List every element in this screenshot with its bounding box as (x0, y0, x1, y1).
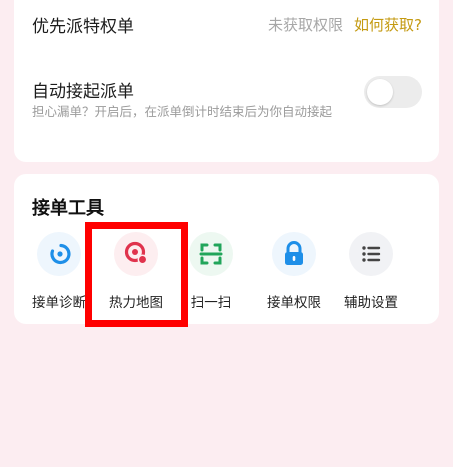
tool-label: 接单权限 (267, 295, 321, 311)
tool-assist-settings[interactable]: 辅助设置 (329, 232, 413, 312)
auto-accept-toggle[interactable] (364, 76, 422, 108)
lock-icon (272, 232, 316, 276)
heatmap-highlight-box (85, 222, 188, 327)
order-tools-card: 接单工具 接单诊断 热力地图 扫一扫 接单权限 辅助设置 (14, 174, 439, 324)
list-icon (349, 232, 393, 276)
page: 优先派特权单 未获取权限 如何获取? 自动接起派单 担心漏单？开启后，在派单倒计… (0, 0, 453, 467)
tool-order-permission[interactable]: 接单权限 (252, 232, 336, 312)
auto-accept-label: 自动接起派单 (32, 82, 134, 102)
diagnose-icon (37, 232, 81, 276)
order-tools-title: 接单工具 (32, 198, 104, 219)
how-to-get-link[interactable]: 如何获取? (354, 14, 422, 35)
priority-status-text: 未获取权限 (267, 16, 343, 34)
priority-order-label: 优先派特权单 (32, 17, 134, 37)
scan-icon (189, 232, 233, 276)
order-settings-card: 优先派特权单 未获取权限 如何获取? 自动接起派单 担心漏单？开启后，在派单倒计… (14, 0, 439, 162)
tool-label: 辅助设置 (344, 295, 398, 311)
auto-accept-description: 担心漏单？开启后，在派单倒计时结束后为你自动接起 (32, 104, 333, 119)
toggle-knob (367, 79, 393, 105)
